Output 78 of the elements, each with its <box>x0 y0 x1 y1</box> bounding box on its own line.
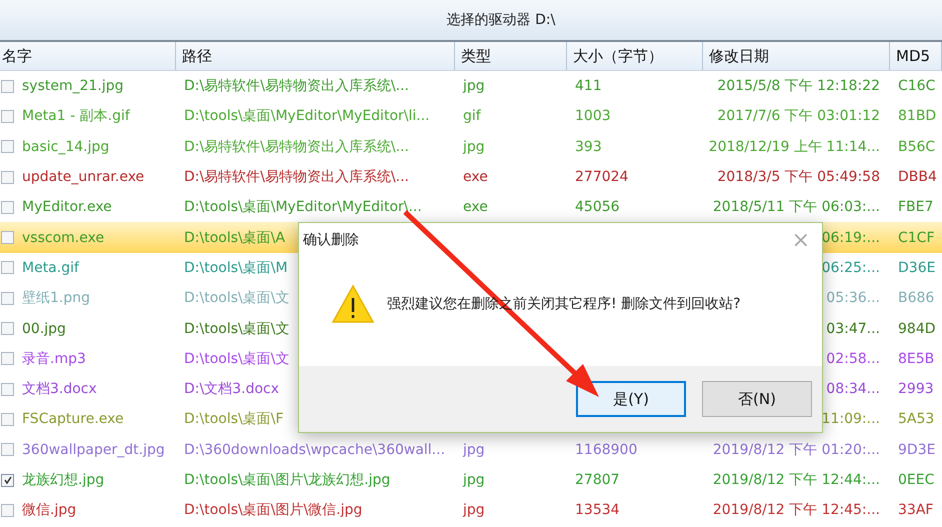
dialog-title: 确认删除 <box>303 231 359 249</box>
table-cell: 龙族幻想.jpg <box>22 471 104 489</box>
table-cell: 2015/5/8 下午 12:18:22 <box>717 77 880 96</box>
table-cell: D:\tools\桌面\图片\微信.jpg <box>184 501 362 520</box>
table-cell: 5A53 <box>898 411 934 428</box>
table-cell: 2017/7/6 下午 03:01:12 <box>717 107 880 126</box>
table-cell: 08:34... <box>826 381 880 398</box>
table-cell: update_unrar.exe <box>22 169 144 186</box>
table-cell: D:\tools\桌面\F <box>184 410 284 428</box>
table-cell: D:\tools\桌面\图片\龙族幻想.jpg <box>184 471 390 489</box>
table-cell: 02:58... <box>826 350 880 367</box>
table-cell: B56C <box>898 138 936 155</box>
table-cell: 27807 <box>575 472 620 488</box>
table-cell: 2018/12/19 上午 11:14... <box>708 138 880 156</box>
table-cell: 13534 <box>575 502 620 518</box>
table-cell: D36E <box>898 260 936 276</box>
window-title: 选择的驱动器 D:\ <box>446 11 556 29</box>
table-cell: D:\tools\桌面\A <box>184 228 286 247</box>
table-cell: D:\tools\桌面\MyEditor\MyEditor\li... <box>184 107 430 126</box>
table-cell: D:\360downloads\wpcache\360wall... <box>184 442 446 458</box>
table-cell: 360wallpaper_dt.jpg <box>22 442 165 458</box>
table-cell: 录音.mp3 <box>22 350 86 368</box>
table-cell: Meta.gif <box>22 260 79 276</box>
table-cell: gif <box>463 108 481 124</box>
table-cell: FSCapture.exe <box>22 411 124 428</box>
table-cell: 277024 <box>575 169 628 186</box>
table-cell: jpg <box>463 472 485 488</box>
table-cell: 00.jpg <box>22 320 66 337</box>
table-cell: D:\tools\桌面\文 <box>184 320 290 338</box>
table-cell: 2019/8/12 下午 12:45:... <box>712 501 880 520</box>
table-cell: 03:47... <box>826 320 880 337</box>
table-cell: 9D3E <box>898 442 936 458</box>
table-cell: 1003 <box>575 108 611 124</box>
table-cell: 文档3.docx <box>22 380 97 398</box>
table-cell: 1168900 <box>575 442 638 458</box>
table-cell: C16C <box>898 78 936 94</box>
table-cell: 2018/3/5 下午 05:49:58 <box>717 168 880 186</box>
table-cell: 33AF <box>898 502 934 518</box>
table-cell: DBB4 <box>898 169 937 186</box>
table-cell: B686 <box>898 290 934 306</box>
table-cell: FBE7 <box>898 199 934 216</box>
table-cell: 05:36... <box>826 290 880 306</box>
table-cell: D:\tools\桌面\文 <box>184 350 290 368</box>
table-cell: jpg <box>463 442 485 458</box>
table-cell: 2018/5/11 下午 06:03:... <box>712 198 880 216</box>
table-cell: jpg <box>463 502 485 518</box>
table-cell: D:\tools\桌面\M <box>184 258 288 277</box>
table-cell: 壁纸1.png <box>22 289 90 308</box>
table-cell: 0EEC <box>898 472 934 488</box>
table-cell: 2019/8/12 下午 01:20:... <box>712 440 880 459</box>
table-cell: D:\tools\桌面\文 <box>184 289 290 308</box>
table-cell: system_21.jpg <box>22 78 124 94</box>
table-cell: MyEditor.exe <box>22 199 112 216</box>
table-cell: 8E5B <box>898 350 934 367</box>
table-cell: 411 <box>575 78 602 94</box>
table-cell: 393 <box>575 138 602 155</box>
table-cell: 06:19:... <box>822 230 880 246</box>
table-cell: 2993 <box>898 381 934 398</box>
table-cell: D:\文档3.docx <box>184 380 280 398</box>
table-cell: vsscom.exe <box>22 230 104 246</box>
table-cell: exe <box>463 169 488 186</box>
table-cell: 81BD <box>898 108 936 124</box>
table-cell: D:\tools\桌面\MyEditor\MyEditor\... <box>184 198 422 216</box>
table-cell: D:\易特软件\易特物资出入库系统\... <box>184 77 409 96</box>
table-cell: jpg <box>463 138 485 155</box>
table-cell: 11:09:... <box>822 411 880 428</box>
table-cell: basic_14.jpg <box>22 138 110 155</box>
table-cell: exe <box>463 199 488 216</box>
table-cell: 2019/8/12 下午 12:44:... <box>712 471 880 489</box>
table-cell: 微信.jpg <box>22 501 76 520</box>
table-cell: 45056 <box>575 199 620 216</box>
table-cell: D:\易特软件\易特物资出入库系统\... <box>184 138 409 156</box>
table-cell: Meta1 - 副本.gif <box>22 107 130 126</box>
table-cell: D:\易特软件\易特物资出入库系统\... <box>184 168 409 186</box>
table-cell: 984D <box>898 320 936 337</box>
table-cell: 06:25:... <box>822 260 880 276</box>
table-cell: jpg <box>463 78 485 94</box>
table-cell: C1CF <box>898 230 935 246</box>
